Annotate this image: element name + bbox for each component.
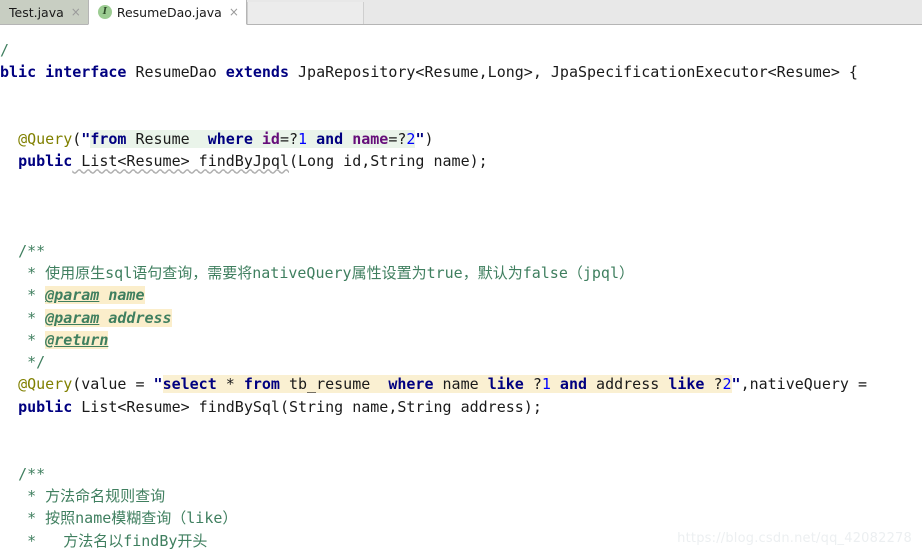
tab-label: ResumeDao.java (116, 4, 222, 20)
annotation-attr-token: ,nativeQuery = (740, 375, 867, 394)
javadoc-token: /** (18, 241, 46, 260)
sql-identifier-token: Resume (126, 130, 208, 149)
punct-token: (value = (72, 375, 154, 394)
annotation-token: @Query (18, 130, 73, 149)
javadoc-tag-highlight: @return (45, 330, 109, 349)
jpql-string-highlight: from Resume where id=?1 and name=?2 (90, 130, 416, 149)
code-line: * @param name (0, 284, 922, 306)
tab-bar-filler (246, 2, 364, 24)
sql-column-token: address (587, 375, 669, 394)
method-declaration-token: List<Resume> findByJpql (72, 152, 289, 171)
javadoc-token: * (18, 330, 46, 349)
javadoc-token: * 方法名以findBy开头 (18, 531, 208, 550)
number-token: 1 (298, 130, 308, 149)
sql-keyword-token: and (550, 375, 588, 394)
code-line: * 方法名以findBy开头 (0, 530, 922, 552)
sql-space (253, 130, 262, 148)
quote-token: " (153, 375, 163, 394)
number-token: 1 (541, 375, 551, 394)
code-line: @Query(value = "select * from tb_resume … (0, 373, 922, 395)
sql-keyword-token: select (162, 375, 217, 394)
javadoc-token: /** (18, 464, 46, 483)
sql-keyword-token: like (668, 375, 705, 394)
keyword-token: public (18, 152, 73, 171)
tab-label: Test.java (9, 4, 64, 20)
javadoc-token: * (18, 308, 46, 327)
keyword-token: public (18, 397, 73, 416)
javadoc-token: */ (18, 353, 46, 372)
javadoc-tag-token: @return (45, 330, 109, 349)
type-token: JpaRepository<Resume,Long>, JpaSpecifica… (289, 63, 858, 82)
sql-keyword-token: from (243, 375, 280, 394)
sql-keyword-token: where (388, 375, 434, 394)
sql-field-token: id (261, 130, 280, 149)
keyword-token: interface (45, 63, 127, 82)
code-line: @Query("from Resume where id=?1 and name… (0, 128, 922, 150)
sql-keyword-token: and (307, 130, 344, 149)
javadoc-token: * 按照name模糊查询（like） (18, 509, 238, 528)
quote-token: " (731, 375, 741, 394)
sql-table-token: tb_resume (279, 375, 389, 394)
sql-param-token: ? (523, 375, 542, 394)
javadoc-tag-token: @param (45, 286, 100, 305)
annotation-token: @Query (18, 375, 73, 394)
keyword-token: blic (0, 63, 46, 82)
code-line: public List<Resume> findByJpql(Long id,S… (0, 150, 922, 172)
sql-column-token: name (433, 375, 488, 394)
interface-icon: I (97, 5, 112, 19)
tab-test-java[interactable]: Test.java × (0, 0, 88, 24)
number-token: 2 (722, 375, 732, 394)
sql-star-token: * (216, 375, 244, 394)
javadoc-tag-token: @param (45, 308, 100, 327)
code-line: * 使用原生sql语句查询，需要将nativeQuery属性设置为true，默认… (0, 262, 922, 284)
code-line: /** (0, 463, 922, 485)
sql-param-token: ? (704, 375, 723, 394)
params-token: (Long id,String name); (289, 152, 488, 171)
sql-operator-token: =? (279, 130, 299, 149)
method-declaration-token: List<Resume> findBySql(String name,Strin… (72, 397, 542, 416)
code-line: * @return (0, 329, 922, 351)
native-sql-highlight: select * from tb_resume where name like … (162, 375, 732, 394)
javadoc-token: * (18, 286, 46, 305)
editor-tab-bar: Test.java × I ResumeDao.java × (0, 0, 922, 25)
code-editor[interactable]: / blic interface ResumeDao extends JpaRe… (0, 25, 922, 552)
javadoc-tag-highlight: @param name (45, 286, 145, 305)
close-icon[interactable]: × (229, 6, 239, 18)
javadoc-token: * 使用原生sql语句查询，需要将nativeQuery属性设置为true，默认… (18, 263, 634, 282)
javadoc-tag-highlight: @param address (45, 308, 172, 327)
close-icon[interactable]: × (71, 6, 81, 18)
tab-bar-empty-area (363, 0, 922, 24)
punct-token: ( (72, 130, 82, 149)
sql-keyword-token: like (487, 375, 524, 394)
quote-token: " (81, 130, 91, 149)
code-line: blic interface ResumeDao extends JpaRepo… (0, 61, 922, 83)
keyword-token: extends (225, 63, 289, 82)
code-line: */ (0, 351, 922, 373)
comment-token: / (0, 41, 10, 59)
type-token: ResumeDao (126, 63, 226, 82)
sql-keyword-token: from (90, 130, 127, 149)
code-line: * 方法命名规则查询 (0, 485, 922, 507)
javadoc-param-token: address (99, 308, 172, 327)
javadoc-token: * 方法命名规则查询 (18, 486, 166, 505)
javadoc-param-token: name (99, 286, 145, 305)
punct-token: ) (424, 130, 434, 149)
sql-keyword-token: where (207, 130, 253, 149)
code-line: * 按照name模糊查询（like） (0, 507, 922, 529)
code-line: / (0, 39, 922, 61)
sql-operator-token: =? (388, 130, 407, 149)
tab-resumedao-java[interactable]: I ResumeDao.java × (87, 0, 247, 25)
sql-space (343, 130, 352, 148)
code-line: /** (0, 240, 922, 262)
code-line: public List<Resume> findBySql(String nam… (0, 396, 922, 418)
sql-field-token: name (352, 130, 389, 149)
code-line: * @param address (0, 307, 922, 329)
